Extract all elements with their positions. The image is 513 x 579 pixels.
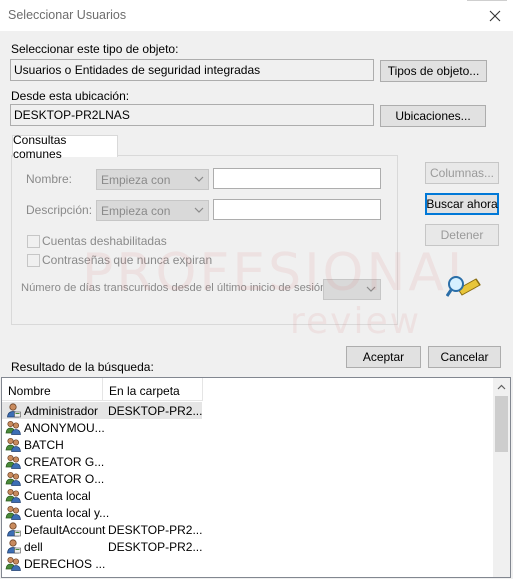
column-header-name-label: Nombre [8,384,51,398]
object-types-button[interactable]: Tipos de objeto... [380,60,487,82]
column-header-name[interactable]: Nombre [2,378,103,401]
tab-common-queries-label: Consultas comunes [13,132,67,161]
description-label: Descripción: [26,203,93,217]
location-label: Desde esta ubicación: [11,89,130,103]
table-row[interactable]: Administrador DESKTOP-PR2... [2,402,496,419]
table-row[interactable]: CREATOR G... [2,453,496,470]
non-expiring-passwords-label: Contraseñas que nunca expiran [42,253,213,267]
user-icon [5,521,22,538]
results-label: Resultado de la búsqueda: [11,360,154,374]
row-folder: DESKTOP-PR2... [108,404,203,418]
table-row[interactable]: ANONYMOU... [2,419,496,436]
name-match-combo: Empieza con [96,169,209,190]
group-icon [5,436,22,453]
vertical-scrollbar[interactable] [493,378,510,577]
scroll-up-button[interactable] [493,378,510,395]
row-name: CREATOR O... [24,472,105,486]
row-name: DefaultAccount [24,523,106,537]
name-input[interactable] [213,168,381,189]
dialog-body: Seleccionar este tipo de objeto: Usuario… [0,31,513,579]
name-label: Nombre: [26,172,73,186]
row-folder: DESKTOP-PR2... [108,523,203,537]
group-icon [5,470,22,487]
group-icon [5,555,22,572]
stop-button[interactable]: Detener [425,224,499,246]
close-icon [489,10,501,21]
results-list[interactable]: Nombre En la carpeta Administrador DESKTO… [1,377,511,578]
search-flashlight-icon [446,276,481,297]
row-name: DERECHOS ... [24,557,106,571]
location-field: DESKTOP-PR2LNAS [10,104,374,126]
cancel-button[interactable]: Cancelar [428,346,501,368]
row-name: CREATOR G... [24,455,105,469]
group-icon [5,419,22,436]
table-row[interactable]: dell DESKTOP-PR2... [2,538,496,555]
non-expiring-passwords-checkbox[interactable] [27,254,40,267]
column-header-folder[interactable]: En la carpeta [103,378,203,401]
accept-button[interactable]: Aceptar [346,346,421,368]
description-match-combo: Empieza con [96,200,209,221]
row-name: BATCH [24,438,64,452]
user-icon [5,402,22,419]
disabled-accounts-label: Cuentas deshabilitadas [42,234,167,248]
column-header-folder-label: En la carpeta [109,384,180,398]
row-name: Cuenta local [24,489,91,503]
row-name: ANONYMOU... [24,421,105,435]
table-row[interactable]: Cuenta local y... [2,504,496,521]
days-since-logon-combo [323,279,381,300]
chevron-down-icon [366,286,376,292]
columns-button[interactable]: Columnas... [425,162,499,184]
window-title: Seleccionar Usuarios [8,8,127,22]
row-name: dell [24,540,43,554]
chevron-down-icon [194,207,204,213]
row-name: Cuenta local y... [24,506,110,520]
table-row[interactable]: DefaultAccount DESKTOP-PR2... [2,521,496,538]
common-queries-panel: Nombre: Empieza con Descripción: Empieza… [11,155,398,325]
row-folder: DESKTOP-PR2... [108,540,203,554]
description-match-combo-value: Empieza con [101,204,171,218]
table-row[interactable]: CREATOR O... [2,470,496,487]
chevron-down-icon [194,176,204,182]
title-bar: Seleccionar Usuarios [0,0,513,31]
table-row[interactable]: DERECHOS ... [2,555,496,572]
user-icon [5,538,22,555]
name-match-combo-value: Empieza con [101,173,171,187]
tab-common-queries[interactable]: Consultas comunes [12,133,118,161]
disabled-accounts-checkbox[interactable] [27,235,40,248]
row-name: Administrador [24,404,99,418]
description-input[interactable] [213,199,381,220]
locations-button[interactable]: Ubicaciones... [380,105,486,127]
object-type-label: Seleccionar este tipo de objeto: [11,42,179,56]
group-icon [5,453,22,470]
search-now-button[interactable]: Buscar ahora [425,193,499,215]
scroll-thumb[interactable] [495,396,508,452]
chevron-up-icon [497,384,506,389]
object-type-field: Usuarios o Entidades de seguridad integr… [10,59,374,81]
group-icon [5,504,22,521]
table-row[interactable]: BATCH [2,436,496,453]
table-row[interactable]: Cuenta local [2,487,496,504]
close-button[interactable] [477,0,513,31]
days-since-logon-label: Número de días transcurridos desde el úl… [21,282,330,294]
group-icon [5,487,22,504]
